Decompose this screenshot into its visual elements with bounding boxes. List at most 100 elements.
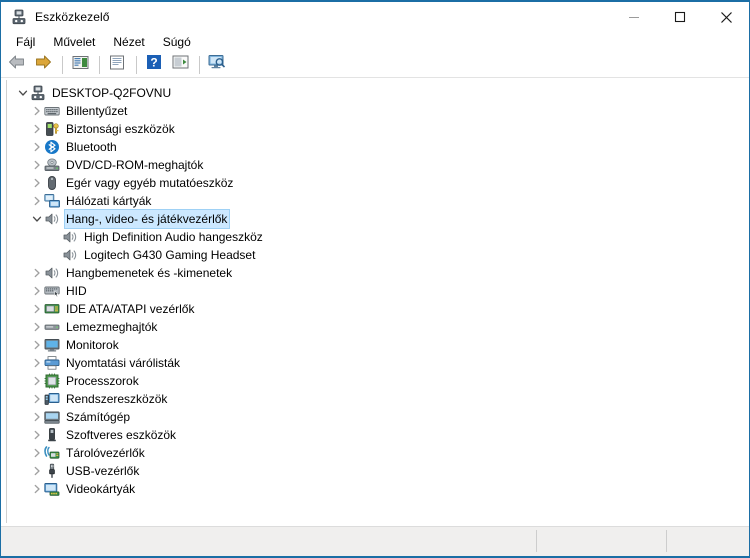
chevron-right-icon[interactable]: [29, 372, 44, 390]
update-driver-button[interactable]: [105, 54, 129, 76]
toolbar: ?: [1, 52, 749, 78]
tree-item-security-devices[interactable]: Biztonsági eszközök: [7, 120, 744, 138]
tree-item-monitors[interactable]: Monitorok: [7, 336, 744, 354]
tree-item-ide-controllers[interactable]: IDE ATA/ATAPI vezérlők: [7, 300, 744, 318]
device-tree: DESKTOP-Q2FOVNU Billentyűzet Biztonsági …: [7, 84, 744, 498]
chevron-right-icon[interactable]: [29, 390, 44, 408]
tree-item-bluetooth[interactable]: Bluetooth: [7, 138, 744, 156]
toolbar-separator: [99, 55, 100, 74]
tree-item-computer[interactable]: Számítógép: [7, 408, 744, 426]
chevron-right-icon[interactable]: [29, 318, 44, 336]
properties-button[interactable]: [68, 54, 92, 76]
tree-item-storage-controllers[interactable]: Tárolóvezérlők: [7, 444, 744, 462]
chevron-right-icon[interactable]: [29, 174, 44, 192]
chevron-right-icon[interactable]: [29, 300, 44, 318]
tree-item-label: HID: [66, 284, 87, 298]
disk-drive-icon: [44, 319, 60, 335]
chevron-right-icon[interactable]: [29, 282, 44, 300]
security-device-icon: [44, 121, 60, 137]
chevron-down-icon[interactable]: [29, 210, 44, 228]
title-bar[interactable]: Eszközkezelő: [1, 2, 749, 32]
menu-action[interactable]: Művelet: [44, 33, 104, 51]
tree-item-label: Egér vagy egyéb mutatóeszköz: [66, 176, 234, 190]
tree-item-mouse[interactable]: Egér vagy egyéb mutatóeszköz: [7, 174, 744, 192]
menu-view[interactable]: Nézet: [104, 33, 153, 51]
hid-icon: [44, 283, 60, 299]
device-manager-window: Eszközkezelő Fájl Művelet Nézet Súgó ? D…: [0, 0, 750, 558]
tree-item-label: Hang-, video- és játékvezérlők: [63, 209, 231, 229]
left-arrow-icon: [8, 54, 26, 75]
show-hidden-devices-button[interactable]: [205, 54, 229, 76]
tree-item-label: Monitorok: [66, 338, 119, 352]
chevron-right-icon[interactable]: [29, 480, 44, 498]
device-tree-panel[interactable]: DESKTOP-Q2FOVNU Billentyűzet Biztonsági …: [6, 80, 744, 524]
status-panel-tertiary: [667, 529, 749, 555]
window-title: Eszközkezelő: [35, 10, 110, 24]
keyboard-icon: [44, 103, 60, 119]
chevron-right-icon[interactable]: [29, 138, 44, 156]
monitor-search-icon: [208, 54, 226, 75]
window-frame-left: [0, 0, 1, 558]
tree-item-label: Billentyűzet: [66, 104, 128, 118]
menu-help[interactable]: Súgó: [154, 33, 200, 51]
usb-icon: [44, 463, 60, 479]
chevron-right-icon[interactable]: [29, 156, 44, 174]
tree-item-label: Rendszereszközök: [66, 392, 168, 406]
computer-display-icon: [44, 409, 60, 425]
menu-file[interactable]: Fájl: [7, 33, 44, 51]
status-bar: [1, 526, 749, 556]
toolbar-separator: [62, 55, 63, 74]
back-button[interactable]: [5, 54, 29, 76]
tree-item-label: Szoftveres eszközök: [66, 428, 177, 442]
tree-item-logitech-g430[interactable]: Logitech G430 Gaming Headset: [7, 246, 744, 264]
tree-item-audio-inputs-outputs[interactable]: Hangbemenetek és -kimenetek: [7, 264, 744, 282]
chevron-right-icon[interactable]: [29, 264, 44, 282]
chevron-right-icon[interactable]: [29, 120, 44, 138]
tree-item-sound-video-game-controllers[interactable]: Hang-, video- és játékvezérlők: [7, 209, 744, 229]
system-device-icon: [44, 391, 60, 407]
tree-item-usb-controllers[interactable]: USB-vezérlők: [7, 462, 744, 480]
chevron-right-icon[interactable]: [29, 102, 44, 120]
tree-item-print-queues[interactable]: Nyomtatási várólisták: [7, 354, 744, 372]
close-button[interactable]: [703, 2, 749, 32]
tree-item-dvd-drives[interactable]: DVD/CD-ROM-meghajtók: [7, 156, 744, 174]
tree-item-processors[interactable]: Processzorok: [7, 372, 744, 390]
tree-item-display-adapters[interactable]: Videokártyák: [7, 480, 744, 498]
chevron-right-icon[interactable]: [29, 336, 44, 354]
forward-button[interactable]: [31, 54, 55, 76]
chevron-right-icon[interactable]: [29, 408, 44, 426]
status-panel-secondary: [537, 529, 666, 555]
processor-icon: [44, 373, 60, 389]
tree-item-system-devices[interactable]: Rendszereszközök: [7, 390, 744, 408]
monitor-icon: [44, 337, 60, 353]
storage-controller-icon: [44, 445, 60, 461]
tree-item-disk-drives[interactable]: Lemezmeghajtók: [7, 318, 744, 336]
tree-item-hid[interactable]: HID: [7, 282, 744, 300]
tree-item-hd-audio-device[interactable]: High Definition Audio hangeszköz: [7, 228, 744, 246]
chevron-down-icon[interactable]: [15, 84, 30, 102]
chevron-right-icon[interactable]: [29, 354, 44, 372]
tree-item-label: Logitech G430 Gaming Headset: [84, 248, 256, 262]
chevron-right-icon[interactable]: [29, 426, 44, 444]
tree-item-keyboard[interactable]: Billentyűzet: [7, 102, 744, 120]
help-button[interactable]: ?: [142, 54, 166, 76]
minimize-button[interactable]: [611, 2, 657, 32]
tree-item-label: Bluetooth: [66, 140, 117, 154]
maximize-button[interactable]: [657, 2, 703, 32]
scan-hardware-button[interactable]: [168, 54, 192, 76]
tree-item-label: High Definition Audio hangeszköz: [84, 230, 263, 244]
tree-item-label: IDE ATA/ATAPI vezérlők: [66, 302, 195, 316]
document-icon: [109, 55, 125, 75]
tree-item-software-devices[interactable]: Szoftveres eszközök: [7, 426, 744, 444]
tree-root-row[interactable]: DESKTOP-Q2FOVNU: [7, 84, 744, 102]
tree-item-network-adapters[interactable]: Hálózati kártyák: [7, 192, 744, 210]
mouse-icon: [44, 175, 60, 191]
tree-item-label: Hálózati kártyák: [66, 194, 152, 208]
status-panel-main: [1, 529, 536, 555]
chevron-right-icon[interactable]: [29, 192, 44, 210]
tree-item-label: Tárolóvezérlők: [66, 446, 145, 460]
chevron-right-icon[interactable]: [29, 444, 44, 462]
chevron-right-icon[interactable]: [29, 462, 44, 480]
tree-item-label: Nyomtatási várólisták: [66, 356, 181, 370]
toolbar-separator: [199, 55, 200, 74]
